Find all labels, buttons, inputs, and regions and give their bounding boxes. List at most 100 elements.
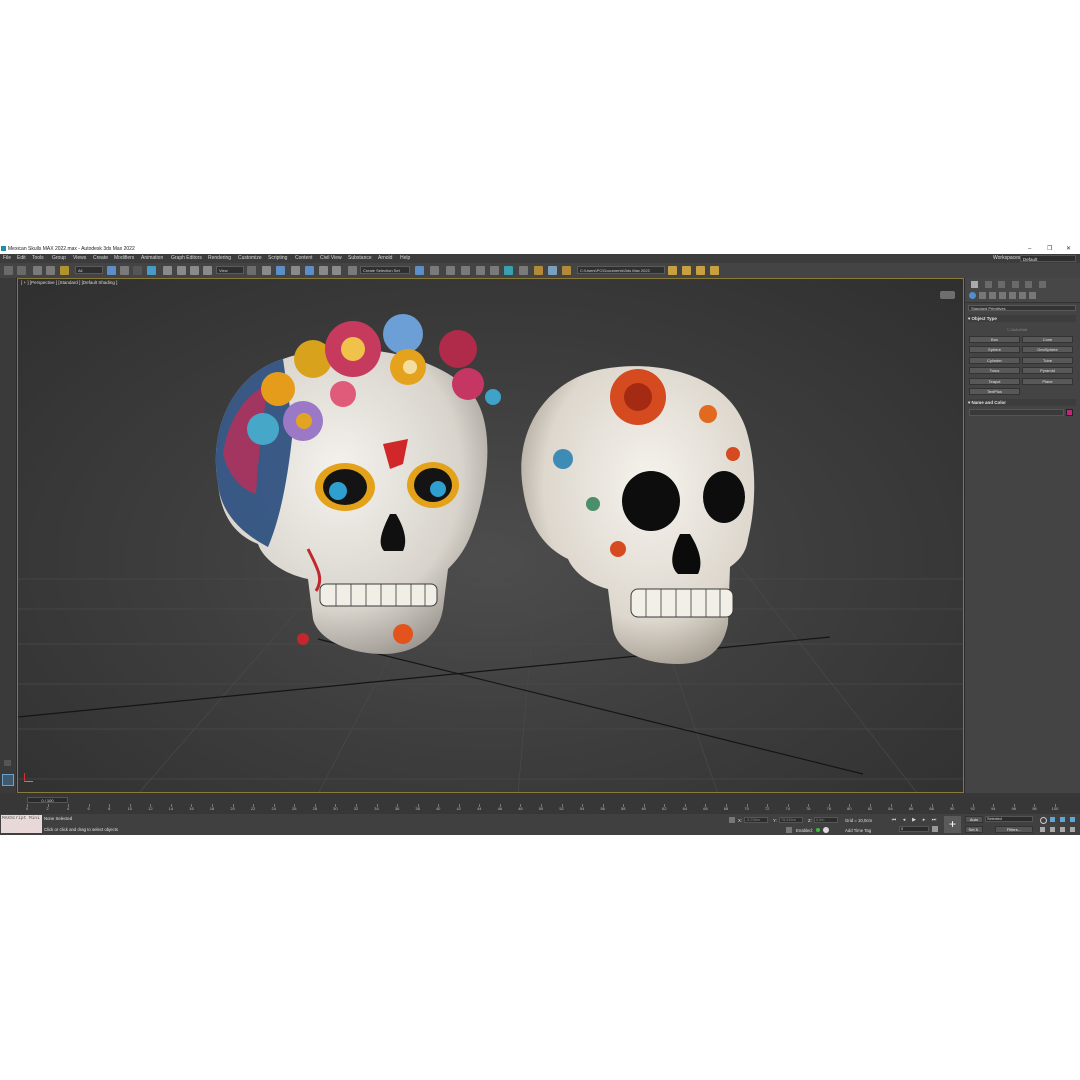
create-tab-icon[interactable] xyxy=(971,281,978,288)
shapes-category-icon[interactable] xyxy=(979,292,986,299)
undo-icon[interactable] xyxy=(4,266,13,275)
toggle-ribbon-icon[interactable] xyxy=(476,266,485,275)
trackbar[interactable]: 0 2 4 6 8 10 12 14 16 18 20 22 24 26 28 30 32 34 36 38 40 42 4… xyxy=(26,804,1067,814)
schematic-view-icon[interactable] xyxy=(504,266,513,275)
link-icon[interactable] xyxy=(33,266,42,275)
cone-button[interactable]: Cone xyxy=(1022,336,1073,343)
menu-content[interactable]: Content xyxy=(295,254,313,263)
redo-icon[interactable] xyxy=(17,266,26,275)
select-manipulate-icon[interactable] xyxy=(262,266,271,275)
select-by-name-icon[interactable] xyxy=(120,266,129,275)
menu-file[interactable]: File xyxy=(3,254,11,263)
object-color-swatch[interactable] xyxy=(1066,409,1073,416)
cameras-category-icon[interactable] xyxy=(999,292,1006,299)
curve-editor-icon[interactable] xyxy=(490,266,499,275)
x-coordinate-field[interactable]: -5,236m xyxy=(744,817,768,823)
enabled-indicator[interactable] xyxy=(816,828,820,832)
time-configuration-icon[interactable] xyxy=(932,826,938,832)
material-editor-icon[interactable] xyxy=(519,266,528,275)
plane-button[interactable]: Plane xyxy=(1022,378,1073,385)
menu-customize[interactable]: Customize xyxy=(238,254,262,263)
edit-named-selection-icon[interactable] xyxy=(348,266,357,275)
menu-graph-editors[interactable]: Graph Editors xyxy=(171,254,202,263)
left-sugar-skull[interactable] xyxy=(215,314,501,654)
lights-category-icon[interactable] xyxy=(989,292,996,299)
autogrid-checkbox[interactable]: ☐ AutoGrid xyxy=(1007,327,1027,332)
open-project-icon[interactable] xyxy=(668,266,677,275)
mirror-icon[interactable] xyxy=(415,266,424,275)
zoom-extents-all-icon[interactable] xyxy=(1070,817,1075,822)
teapot-button[interactable]: Teapot xyxy=(969,378,1020,385)
window-crossing-icon[interactable] xyxy=(147,266,156,275)
modify-tab-icon[interactable] xyxy=(985,281,992,288)
sphere-button[interactable]: Sphere xyxy=(969,346,1020,353)
set-key-big-icon[interactable]: + xyxy=(944,816,961,833)
menu-rendering[interactable]: Rendering xyxy=(208,254,231,263)
auto-key-button[interactable]: Auto xyxy=(965,816,983,823)
rotate-icon[interactable] xyxy=(177,266,186,275)
zoom-extents-icon[interactable] xyxy=(1060,817,1065,822)
torus-button[interactable]: Torus xyxy=(969,367,1020,374)
spinner-snap-icon[interactable] xyxy=(332,266,341,275)
adaptive-degradation-icon[interactable] xyxy=(786,827,792,833)
keyboard-shortcut-override-icon[interactable] xyxy=(276,266,285,275)
systems-category-icon[interactable] xyxy=(1029,292,1036,299)
angle-snap-icon[interactable] xyxy=(305,266,314,275)
next-frame-icon[interactable]: ▸ xyxy=(921,817,927,823)
close-button[interactable]: ✕ xyxy=(1066,244,1071,254)
object-type-rollout-header[interactable]: ▾ Object Type xyxy=(968,315,1076,322)
menu-arnold[interactable]: Arnold xyxy=(378,254,392,263)
render-production-icon[interactable] xyxy=(562,266,571,275)
menu-create[interactable]: Create xyxy=(93,254,108,263)
select-object-icon[interactable] xyxy=(107,266,116,275)
scene-explorer-icon[interactable] xyxy=(446,266,455,275)
pan-view-icon[interactable] xyxy=(1050,827,1055,832)
right-sugar-skull[interactable] xyxy=(521,366,755,664)
add-time-tag[interactable]: Add Time Tag xyxy=(845,828,871,833)
go-to-start-icon[interactable]: ⏮ xyxy=(891,817,897,823)
rendered-frame-window-icon[interactable] xyxy=(548,266,557,275)
textplus-button[interactable]: TextPlus xyxy=(969,388,1020,395)
restore-button[interactable]: ❐ xyxy=(1047,244,1052,254)
utilities-tab-icon[interactable] xyxy=(1039,281,1046,288)
play-icon[interactable]: ▶ xyxy=(911,817,917,823)
field-of-view-icon[interactable] xyxy=(1040,827,1045,832)
zoom-icon[interactable] xyxy=(1040,817,1047,824)
name-and-color-rollout-header[interactable]: ▾ Name and Color xyxy=(968,399,1076,406)
percent-snap-icon[interactable] xyxy=(319,266,328,275)
move-icon[interactable] xyxy=(163,266,172,275)
zoom-all-icon[interactable] xyxy=(1050,817,1055,822)
previous-frame-icon[interactable]: ◂ xyxy=(901,817,907,823)
object-name-field[interactable] xyxy=(969,409,1064,416)
align-icon[interactable] xyxy=(430,266,439,275)
menu-tools[interactable]: Tools xyxy=(32,254,44,263)
new-project-icon[interactable] xyxy=(682,266,691,275)
snaps-toggle-icon[interactable] xyxy=(291,266,300,275)
expand-layouts-icon[interactable] xyxy=(4,760,11,766)
selection-filter-dropdown[interactable]: All xyxy=(75,266,103,274)
current-frame-field[interactable]: 0 xyxy=(899,826,929,832)
reference-coordinate-dropdown[interactable]: View xyxy=(216,266,244,274)
time-slider[interactable]: 0 / 100 xyxy=(27,797,68,803)
key-filters-button[interactable]: Filters... xyxy=(995,826,1033,833)
minimize-button[interactable]: – xyxy=(1028,244,1031,254)
scale-icon[interactable] xyxy=(190,266,199,275)
pivot-center-icon[interactable] xyxy=(247,266,256,275)
project-settings-icon[interactable] xyxy=(710,266,719,275)
viewport-layout-tab[interactable] xyxy=(2,774,14,786)
menu-edit[interactable]: Edit xyxy=(17,254,26,263)
perspective-viewport[interactable]: [ + ] [Perspective ] [Standard ] [Defaul… xyxy=(17,278,964,793)
named-selection-set-dropdown[interactable]: Create Selection Set xyxy=(360,266,410,274)
bind-space-warp-icon[interactable] xyxy=(60,266,69,275)
motion-tab-icon[interactable] xyxy=(1012,281,1019,288)
cylinder-button[interactable]: Cylinder xyxy=(969,357,1020,364)
menu-group[interactable]: Group xyxy=(52,254,66,263)
orbit-icon[interactable] xyxy=(1060,827,1065,832)
space-warps-category-icon[interactable] xyxy=(1019,292,1026,299)
display-tab-icon[interactable] xyxy=(1025,281,1032,288)
menu-modifiers[interactable]: Modifiers xyxy=(114,254,134,263)
menu-scripting[interactable]: Scripting xyxy=(268,254,287,263)
viewcube-icon[interactable] xyxy=(940,291,955,299)
menu-help[interactable]: Help xyxy=(400,254,410,263)
tube-button[interactable]: Tube xyxy=(1022,357,1073,364)
